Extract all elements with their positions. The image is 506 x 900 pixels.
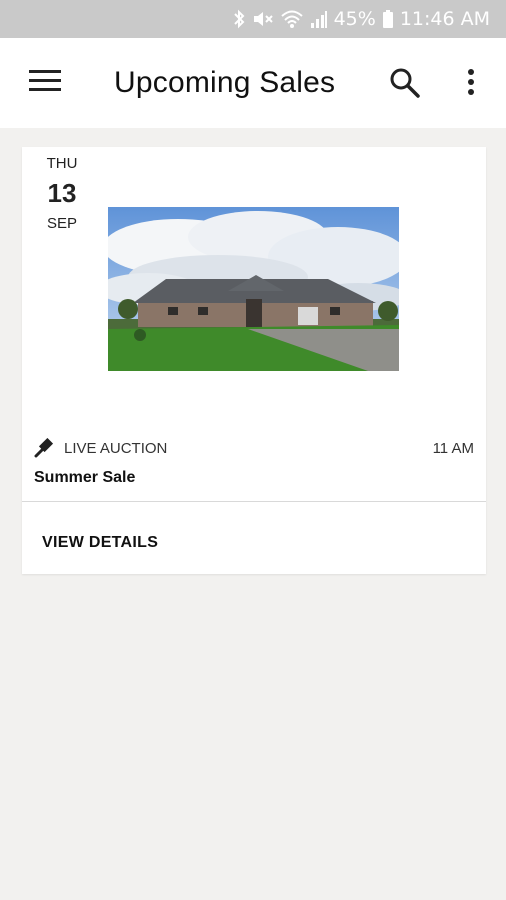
more-vert-icon	[468, 69, 474, 95]
sale-date: THU 13 SEP	[22, 155, 102, 232]
sale-date-weekday: THU	[46, 155, 78, 172]
search-icon	[390, 68, 420, 98]
more-options-button[interactable]	[462, 66, 480, 100]
menu-icon	[29, 70, 61, 91]
gavel-icon	[34, 438, 54, 458]
mute-icon	[252, 9, 274, 29]
sale-time: 11 AM	[432, 440, 474, 457]
sale-card[interactable]: THU 13 SEP LIVE AUCTION 11 AM Summer Sal…	[22, 147, 486, 574]
sale-date-day: 13	[47, 178, 77, 208]
sale-date-month: SEP	[46, 215, 77, 232]
bluetooth-icon	[232, 9, 246, 29]
view-details-label: VIEW DETAILS	[42, 534, 159, 551]
menu-button[interactable]	[29, 69, 61, 93]
battery-icon	[382, 9, 394, 29]
battery-percent: 45%	[333, 8, 376, 30]
clock: 11:46 AM	[399, 8, 490, 30]
sale-type-label: LIVE AUCTION	[64, 439, 168, 457]
signal-icon	[310, 9, 328, 29]
search-button[interactable]	[388, 66, 422, 100]
sale-type: LIVE AUCTION	[34, 438, 167, 458]
status-bar: 45% 11:46 AM	[0, 0, 506, 38]
sale-photo[interactable]	[108, 207, 399, 371]
sale-name: Summer Sale	[34, 469, 136, 486]
app-bar: Upcoming Sales	[0, 38, 506, 128]
page-title: Upcoming Sales	[114, 66, 336, 99]
wifi-icon	[280, 9, 304, 29]
view-details-button[interactable]: VIEW DETAILS	[22, 502, 486, 574]
